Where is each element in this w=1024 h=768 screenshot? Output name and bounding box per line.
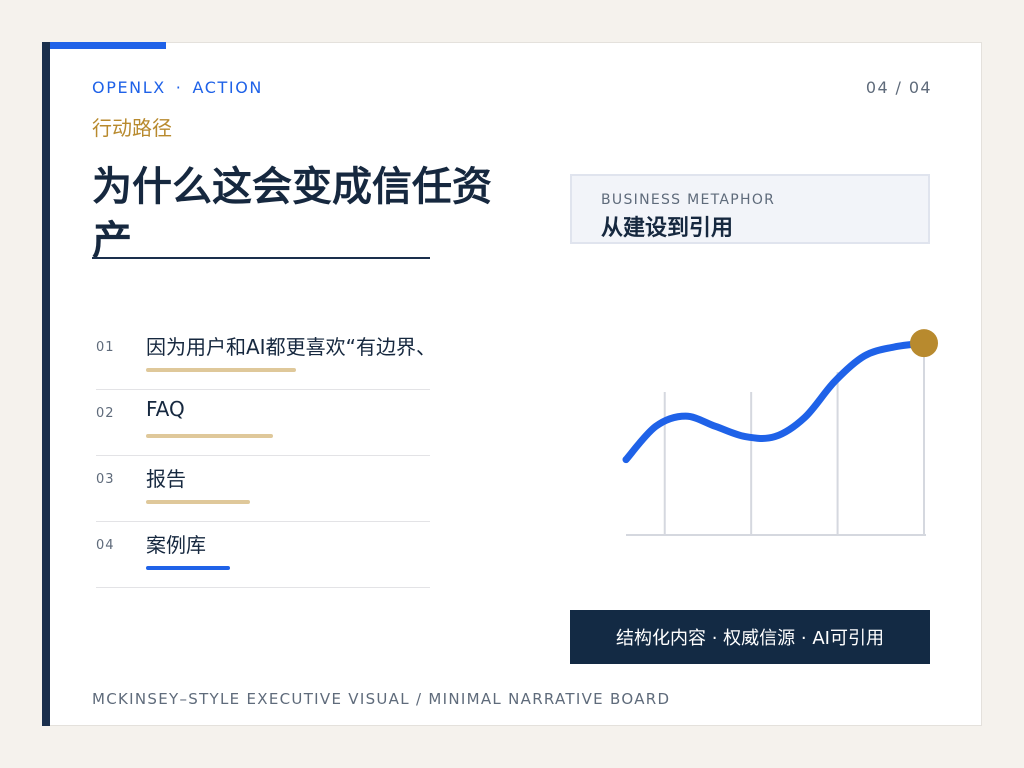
- step-row: 04 案例库: [96, 522, 430, 588]
- brand-name: OPENLX: [92, 78, 166, 97]
- step-number: 02: [96, 406, 115, 421]
- brand-separator: ·: [175, 78, 183, 97]
- step-number: 04: [96, 538, 115, 553]
- brand-label: OPENLX · ACTION: [92, 78, 263, 97]
- chart-endpoint-marker: [910, 329, 938, 358]
- step-label: 报告: [146, 467, 186, 491]
- step-list: 01 因为用户和AI都更喜欢“有边界、 02 FAQ 03 报告 04 案例库: [96, 324, 436, 588]
- page-title: 为什么这会变成信任资产: [92, 164, 492, 264]
- step-progress-bar: [146, 368, 296, 372]
- step-number: 03: [96, 472, 115, 487]
- step-number: 01: [96, 340, 115, 355]
- page-indicator: 04 / 04: [865, 78, 932, 97]
- title-underline: [92, 257, 430, 259]
- step-label: 案例库: [146, 533, 206, 557]
- step-row: 02 FAQ: [96, 390, 430, 456]
- step-progress-bar: [146, 500, 250, 504]
- growth-line-chart: [622, 329, 938, 536]
- step-progress-bar: [146, 434, 273, 438]
- metaphor-kicker: BUSINESS METAPHOR: [601, 192, 776, 208]
- footer-caption: MCKINSEY–STYLE EXECUTIVE VISUAL / MINIMA…: [92, 690, 671, 708]
- brand-section: ACTION: [192, 78, 263, 97]
- metaphor-card: BUSINESS METAPHOR 从建设到引用: [570, 174, 930, 244]
- chart-series-line: [622, 339, 928, 464]
- step-label: FAQ: [146, 397, 185, 421]
- top-accent-bar: [50, 42, 166, 49]
- metaphor-heading: 从建设到引用: [601, 216, 734, 241]
- step-progress-bar: [146, 566, 230, 570]
- step-row: 03 报告: [96, 456, 430, 522]
- step-row: 01 因为用户和AI都更喜欢“有边界、: [96, 324, 436, 390]
- section-label: 行动路径: [92, 116, 172, 140]
- tagline-banner: 结构化内容 · 权威信源 · AI可引用: [570, 610, 930, 664]
- left-accent-bar: [42, 42, 50, 726]
- step-label: 因为用户和AI都更喜欢“有边界、: [146, 335, 436, 359]
